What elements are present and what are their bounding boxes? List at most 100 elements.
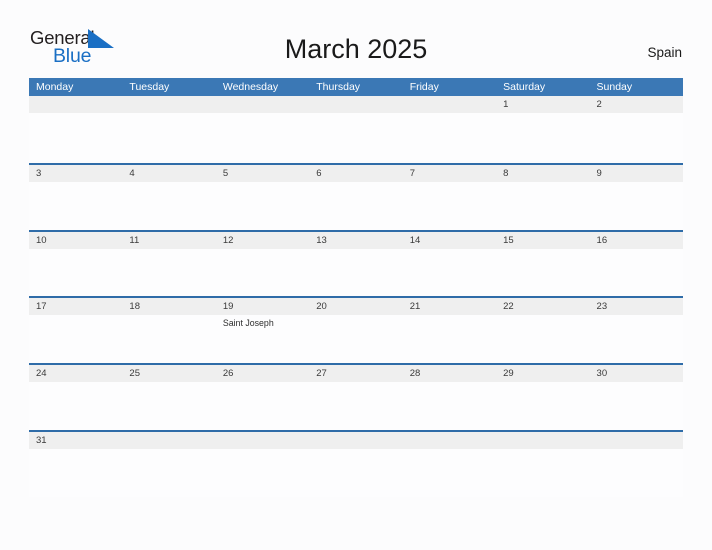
calendar-week-row: 31	[29, 429, 683, 497]
day-cell-content[interactable]	[309, 249, 402, 297]
calendar-week-row: 24 25 26 27 28 29 30	[29, 363, 683, 430]
day-number[interactable]: 29	[496, 365, 589, 382]
day-number[interactable]: 11	[122, 232, 215, 249]
day-header-thursday: Thursday	[316, 81, 361, 93]
day-cell-content[interactable]	[403, 382, 496, 430]
day-number-empty	[216, 96, 309, 113]
calendar-grid: Monday Tuesday Wednesday Thursday Friday…	[29, 78, 683, 497]
day-number[interactable]: 27	[309, 365, 402, 382]
day-cell-content	[216, 449, 309, 497]
day-cell-content[interactable]	[122, 382, 215, 430]
day-cell-content[interactable]	[590, 113, 683, 161]
day-number[interactable]: 26	[216, 365, 309, 382]
day-cell-content	[496, 449, 589, 497]
week-date-strip: 17 18 19 20 21 22 23	[29, 298, 683, 316]
day-cell-content[interactable]	[309, 182, 402, 230]
day-number[interactable]: 10	[29, 232, 122, 249]
day-number[interactable]: 7	[403, 165, 496, 182]
day-number[interactable]: 3	[29, 165, 122, 182]
day-cell-content[interactable]	[122, 315, 215, 363]
day-number[interactable]: 6	[309, 165, 402, 182]
day-number-empty	[590, 432, 683, 449]
day-number[interactable]: 18	[122, 298, 215, 315]
week-date-strip: 31	[29, 431, 683, 449]
day-cell-content[interactable]	[590, 182, 683, 230]
week-content-strip: Saint Joseph	[29, 315, 683, 364]
day-number[interactable]: 31	[29, 432, 122, 449]
week-content-strip	[29, 448, 683, 497]
day-cell-content	[309, 113, 402, 161]
day-cell-content	[403, 449, 496, 497]
day-cell-content[interactable]	[29, 449, 122, 497]
day-cell-content[interactable]	[216, 182, 309, 230]
page-header: General Blue March 2025 Spain	[0, 0, 712, 76]
day-cell-content[interactable]	[496, 113, 589, 161]
day-number[interactable]: 25	[122, 365, 215, 382]
day-number-empty	[122, 96, 215, 113]
day-number[interactable]: 24	[29, 365, 122, 382]
general-blue-logo[interactable]: General Blue	[30, 28, 140, 70]
day-cell-content[interactable]	[29, 382, 122, 430]
day-of-week-header-row: Monday Tuesday Wednesday Thursday Friday…	[29, 78, 683, 96]
day-number[interactable]: 30	[590, 365, 683, 382]
calendar-week-row: 12	[29, 96, 683, 163]
country-label: Spain	[647, 45, 682, 60]
day-cell-content[interactable]	[496, 315, 589, 363]
day-cell-content[interactable]	[403, 182, 496, 230]
day-cell-content[interactable]	[29, 249, 122, 297]
day-number[interactable]: 16	[590, 232, 683, 249]
day-header-monday: Monday	[36, 81, 74, 93]
day-number[interactable]: 13	[309, 232, 402, 249]
day-number[interactable]: 17	[29, 298, 122, 315]
day-number[interactable]: 14	[403, 232, 496, 249]
day-header-friday: Friday	[409, 81, 439, 93]
day-cell-content	[403, 113, 496, 161]
day-number[interactable]: 9	[590, 165, 683, 182]
day-number[interactable]: 28	[403, 365, 496, 382]
calendar-weeks: 1 2 3 4 5 6 7 8 9 10 11 12 13 14 15 16 17 18 19 20 21 22 23 Sai…	[29, 96, 683, 497]
day-cell-content[interactable]	[496, 249, 589, 297]
day-number-empty	[496, 432, 589, 449]
day-cell-content[interactable]	[122, 249, 215, 297]
day-number[interactable]: 8	[496, 165, 589, 182]
calendar-week-row: 10 11 12 13 14 15 16	[29, 229, 683, 297]
day-number[interactable]: 1	[496, 96, 589, 113]
day-cell-content[interactable]	[403, 315, 496, 363]
day-cell-content[interactable]	[590, 382, 683, 430]
day-cell-content[interactable]	[216, 382, 309, 430]
day-cell-content	[309, 449, 402, 497]
day-number[interactable]: 19	[216, 298, 309, 315]
day-cell-content	[590, 449, 683, 497]
day-number[interactable]: 20	[309, 298, 402, 315]
day-cell-content[interactable]	[29, 315, 122, 363]
day-number-empty	[309, 96, 402, 113]
calendar-week-row: 17 18 19 20 21 22 23 Saint Joseph	[29, 296, 683, 364]
day-cell-content[interactable]	[309, 315, 402, 363]
day-cell-content	[216, 113, 309, 161]
day-cell-content[interactable]	[496, 182, 589, 230]
day-header-saturday: Saturday	[503, 81, 546, 93]
day-cell-content[interactable]	[122, 182, 215, 230]
day-cell-content[interactable]	[403, 249, 496, 297]
day-cell-content[interactable]	[496, 382, 589, 430]
week-content-strip	[29, 248, 683, 297]
day-cell-content[interactable]	[309, 382, 402, 430]
day-cell-content[interactable]	[29, 182, 122, 230]
day-cell-content[interactable]: Saint Joseph	[216, 315, 309, 363]
day-number[interactable]: 22	[496, 298, 589, 315]
day-number[interactable]: 12	[216, 232, 309, 249]
day-number[interactable]: 2	[590, 96, 683, 113]
day-number[interactable]: 21	[403, 298, 496, 315]
week-content-strip	[29, 181, 683, 230]
day-header-sunday: Sunday	[596, 81, 633, 93]
calendar-page: General Blue March 2025 Spain Monday Tue…	[0, 0, 712, 550]
day-number[interactable]: 4	[122, 165, 215, 182]
day-number[interactable]: 5	[216, 165, 309, 182]
day-number[interactable]: 23	[590, 298, 683, 315]
page-title: March 2025	[284, 34, 428, 64]
day-number[interactable]: 15	[496, 232, 589, 249]
day-cell-content[interactable]	[590, 315, 683, 363]
day-number-empty	[403, 432, 496, 449]
day-cell-content[interactable]	[216, 249, 309, 297]
day-cell-content[interactable]	[590, 249, 683, 297]
